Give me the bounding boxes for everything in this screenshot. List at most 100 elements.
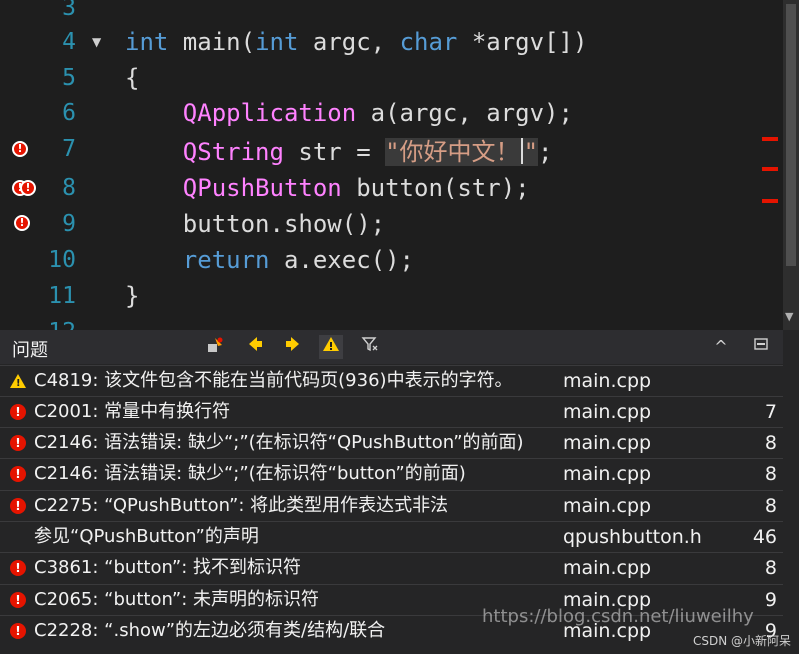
string-quote: " xyxy=(523,138,539,166)
code-line-7: QString str = "你好中文！ "; xyxy=(125,134,552,170)
error-file: main.cpp xyxy=(563,432,652,454)
code-text: } xyxy=(125,282,140,310)
error-file: main.cpp xyxy=(563,401,652,423)
error-line: 9 xyxy=(764,589,777,611)
code-text: argc, xyxy=(298,28,400,56)
code-line-11: } xyxy=(125,278,139,314)
watermark-url: https://blog.csdn.net/liuweilhy xyxy=(482,606,754,627)
line-number: 8 xyxy=(62,175,76,201)
error-icon: ! xyxy=(10,623,26,639)
code-text: { xyxy=(125,64,140,92)
type-name: QApplication xyxy=(182,99,357,127)
code-line-8: QPushButton button(str); xyxy=(125,170,530,206)
code-text: str = xyxy=(283,138,386,166)
code-line-4: int main(int argc, char *argv[]) xyxy=(125,24,587,60)
error-row[interactable]: ! C3861: “button”: 找不到标识符 main.cpp 8 xyxy=(0,552,783,583)
scroll-down-icon[interactable]: ▼ xyxy=(785,310,793,323)
next-arrow-icon[interactable] xyxy=(281,335,305,359)
panel-scrollbar[interactable] xyxy=(783,330,799,654)
code-text: ; xyxy=(538,138,553,166)
string-literal: "你好中文！ xyxy=(385,138,520,166)
type-name: QPushButton xyxy=(182,174,342,202)
code-line-10: return a.exec(); xyxy=(125,242,414,278)
error-line: 8 xyxy=(764,495,777,517)
fold-collapse-icon[interactable]: ▼ xyxy=(92,24,101,60)
error-glyph-icon[interactable]: ! xyxy=(14,215,30,231)
error-file: main.cpp xyxy=(563,557,652,579)
error-description: C2065: “button”: 未声明的标识符 xyxy=(34,589,319,610)
error-row[interactable]: ! C2146: 语法错误: 缺少“;”(在标识符“button”的前面) ma… xyxy=(0,458,783,489)
error-glyph-icon[interactable]: ! xyxy=(20,180,36,196)
error-description: C2228: “.show”的左边必须有类/结构/联合 xyxy=(34,620,386,641)
error-description: C2146: 语法错误: 缺少“;”(在标识符“QPushButton”的前面) xyxy=(34,432,524,453)
error-line: 46 xyxy=(752,526,777,548)
error-row[interactable]: ! C2275: “QPushButton”: 将此类型用作表达式非法 main… xyxy=(0,490,783,521)
error-file: qpushbutton.h xyxy=(563,526,702,548)
editor-scrollbar[interactable]: ▼ xyxy=(783,0,799,330)
panel-header: 问题 ^ xyxy=(0,330,783,364)
code-text: main( xyxy=(168,28,256,56)
error-line: 8 xyxy=(764,463,777,485)
keyword: int xyxy=(255,28,299,56)
panel-menu-icon[interactable] xyxy=(749,335,773,359)
error-row[interactable]: ! C2146: 语法错误: 缺少“;”(在标识符“QPushButton”的前… xyxy=(0,427,783,458)
error-description: C2146: 语法错误: 缺少“;”(在标识符“button”的前面) xyxy=(34,463,466,484)
code-editor[interactable]: 3 4 ▼ 5 6 7 8 9 10 11 12 ! ! ! ! int mai… xyxy=(0,0,783,330)
line-number: 11 xyxy=(48,283,76,309)
error-icon: ! xyxy=(10,435,26,451)
chevron-up-icon[interactable]: ^ xyxy=(709,335,733,359)
keyword: int xyxy=(125,28,169,56)
error-description: 参见“QPushButton”的声明 xyxy=(34,526,259,547)
type-name: QString xyxy=(182,138,284,166)
build-filter-icon[interactable] xyxy=(203,335,227,359)
filter-icon[interactable] xyxy=(358,335,382,359)
warning-icon: ! xyxy=(10,374,26,389)
error-line: 8 xyxy=(764,432,777,454)
error-description: C2001: 常量中有换行符 xyxy=(34,401,231,422)
error-description: C2275: “QPushButton”: 将此类型用作表达式非法 xyxy=(34,495,449,516)
error-overview-marker[interactable] xyxy=(762,137,778,141)
line-number: 3 xyxy=(62,0,76,21)
error-row[interactable]: ! C2001: 常量中有换行符 main.cpp 7 xyxy=(0,396,783,427)
code-line-6: QApplication a(argc, argv); xyxy=(125,95,573,131)
error-overview-marker[interactable] xyxy=(762,199,778,203)
error-line: 7 xyxy=(764,401,777,423)
warning-filter-icon[interactable] xyxy=(319,335,343,359)
text-caret xyxy=(520,138,523,164)
keyword: char xyxy=(399,28,458,56)
line-number: 4 xyxy=(62,29,76,55)
code-text: a.exec(); xyxy=(269,246,414,274)
editor-gutter: 3 4 ▼ 5 6 7 8 9 10 11 12 ! ! ! ! xyxy=(0,0,118,330)
line-number: 10 xyxy=(48,247,76,273)
code-text: *argv[]) xyxy=(457,28,588,56)
line-number: 7 xyxy=(62,136,76,162)
line-number: 6 xyxy=(62,100,76,126)
line-number: 9 xyxy=(62,211,76,237)
error-icon: ! xyxy=(10,560,26,576)
credit-label: CSDN @小新阿呆 xyxy=(692,634,791,648)
code-text: button.show(); xyxy=(182,210,386,238)
error-description: C3861: “button”: 找不到标识符 xyxy=(34,557,301,578)
line-number: 5 xyxy=(62,65,76,91)
error-icon: ! xyxy=(10,498,26,514)
error-overview-marker[interactable] xyxy=(762,167,778,171)
keyword: return xyxy=(182,246,270,274)
error-row[interactable]: 参见“QPushButton”的声明 qpushbutton.h 46 xyxy=(0,521,783,552)
error-description: C4819: 该文件包含不能在当前代码页(936)中表示的字符。 xyxy=(34,370,513,391)
error-file: main.cpp xyxy=(563,495,652,517)
error-line: 8 xyxy=(764,557,777,579)
code-line-9: button.show(); xyxy=(125,206,385,242)
code-line-5: { xyxy=(125,60,139,96)
error-icon: ! xyxy=(10,404,26,420)
previous-arrow-icon[interactable] xyxy=(243,335,267,359)
scrollbar-thumb[interactable] xyxy=(786,4,796,266)
error-icon: ! xyxy=(10,466,26,482)
line-number: 12 xyxy=(34,314,76,330)
error-icon: ! xyxy=(10,592,26,608)
error-row[interactable]: ! C4819: 该文件包含不能在当前代码页(936)中表示的字符。 main.… xyxy=(0,365,783,396)
error-glyph-icon[interactable]: ! xyxy=(12,141,28,157)
error-file: main.cpp xyxy=(563,370,652,392)
code-area[interactable]: int main(int argc, char *argv[]) { QAppl… xyxy=(118,0,783,330)
code-text: button(str); xyxy=(341,174,530,202)
error-file: main.cpp xyxy=(563,463,652,485)
